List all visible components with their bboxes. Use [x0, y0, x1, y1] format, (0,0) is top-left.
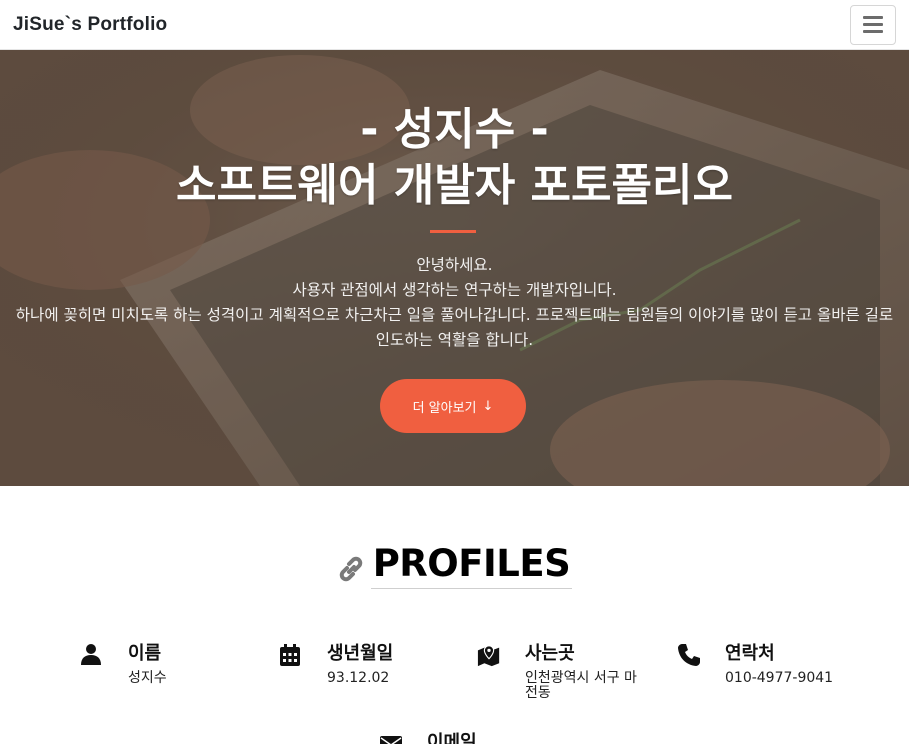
- hero-title-line1: - 성지수 -: [360, 104, 549, 155]
- profile-value: 010-4977-9041: [725, 670, 834, 686]
- profiles-heading: PROFILES: [0, 542, 909, 589]
- hero-title-line2: 소프트웨어 개발자 포토폴리오: [176, 160, 733, 211]
- hero-text-line2: 사용자 관점에서 생각하는 연구하는 개발자입니다.: [292, 281, 617, 299]
- user-icon: [81, 644, 101, 665]
- profile-label: 생년월일: [327, 643, 394, 664]
- menu-toggle-button[interactable]: [850, 4, 896, 45]
- calendar-icon: [280, 644, 300, 666]
- link-icon: [339, 556, 362, 581]
- map-marker-icon: [477, 645, 500, 667]
- profile-label: 이름: [128, 643, 162, 664]
- profile-label: 연락처: [725, 643, 775, 664]
- navbar: JiSue`s Portfolio: [0, 0, 909, 50]
- profile-label: 이메일: [427, 732, 477, 744]
- profile-value: 인천광역시 서구 마전동: [525, 670, 637, 701]
- learn-more-button[interactable]: 더 알아보기 ↓: [380, 379, 526, 433]
- arrow-down-icon: ↓: [482, 398, 494, 414]
- hero-intro-text: 안녕하세요. 사용자 관점에서 생각하는 연구하는 개발자입니다. 하나에 꽂히…: [12, 253, 897, 353]
- hero-text-line1: 안녕하세요.: [416, 256, 493, 274]
- profile-label: 사는곳: [525, 643, 575, 664]
- hero-text-line3: 하나에 꽂히면 미치도록 하는 성격이고 계획적으로 차근차근 일을 풀어나갑니…: [15, 306, 894, 349]
- profiles-title: PROFILES: [370, 542, 573, 589]
- brand-logo-text[interactable]: JiSue`s Portfolio: [13, 14, 167, 36]
- phone-icon: [678, 644, 700, 666]
- learn-more-label: 더 알아보기: [412, 400, 477, 416]
- hero-title: - 성지수 - 소프트웨어 개발자 포토폴리오: [0, 102, 909, 214]
- hero-content: - 성지수 - 소프트웨어 개발자 포토폴리오 안녕하세요. 사용자 관점에서 …: [0, 50, 909, 486]
- hero-divider: [430, 230, 476, 233]
- envelope-icon: [380, 736, 402, 744]
- hamburger-menu-icon: [863, 16, 883, 33]
- profile-value: 93.12.02: [327, 670, 390, 686]
- hero-section: - 성지수 - 소프트웨어 개발자 포토폴리오 안녕하세요. 사용자 관점에서 …: [0, 50, 909, 486]
- profile-value: 성지수: [128, 670, 167, 686]
